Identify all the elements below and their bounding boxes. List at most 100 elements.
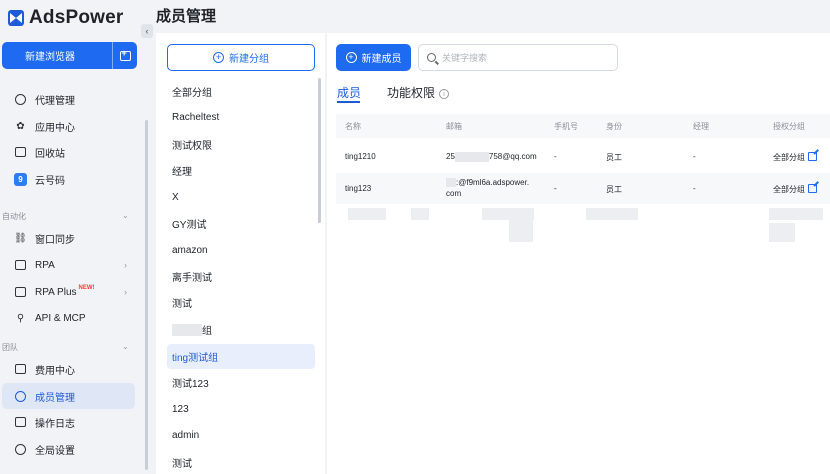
chevron-left-icon: ‹ xyxy=(145,26,149,36)
cloud-number-icon: 9 xyxy=(14,172,27,186)
sidebar-item-label: 代理管理 xyxy=(35,95,75,107)
table-row[interactable]: ting123 :@f9ml6a.adspower. com - 员工 - 全部… xyxy=(336,173,830,204)
group-item[interactable]: 测试权限 xyxy=(167,132,315,157)
group-item[interactable]: 测试123 xyxy=(167,370,315,395)
collapse-sidebar-button[interactable]: ‹ xyxy=(141,24,153,38)
section-team-label: 团队 xyxy=(2,343,18,352)
tab-active-indicator xyxy=(337,101,360,103)
sidebar-item-rpa[interactable]: RPA › xyxy=(2,252,135,278)
sidebar-item-settings[interactable]: 全局设置 xyxy=(2,436,135,462)
loading-placeholder xyxy=(509,208,533,242)
table-header: 名称 邮箱 手机号 身份 经理 授权分组 xyxy=(336,114,830,138)
search-input[interactable] xyxy=(442,52,602,63)
sidebar-item-rpa-plus[interactable]: RPA Plus NEW! › xyxy=(2,279,135,305)
section-automation-label: 自动化 xyxy=(2,212,26,221)
edit-icon[interactable] xyxy=(808,184,817,193)
loading-placeholder xyxy=(411,208,429,220)
rpa-plus-icon xyxy=(14,286,27,299)
group-item-label: amazon xyxy=(172,245,208,256)
group-item-label: 组 xyxy=(202,326,212,337)
sidebar-item-label: 应用中心 xyxy=(35,122,75,134)
group-item-label: 全部分组 xyxy=(172,88,212,99)
plus-circle-icon: + xyxy=(213,52,224,63)
new-badge: NEW! xyxy=(78,285,95,291)
sidebar-item-billing[interactable]: 费用中心 xyxy=(2,356,135,382)
sidebar-item-api-mcp[interactable]: ⚲ API & MCP xyxy=(2,305,135,331)
group-item[interactable]: 测试 xyxy=(167,290,315,315)
sidebar-scrollbar[interactable] xyxy=(145,120,148,470)
new-browser-split-button[interactable] xyxy=(112,42,137,69)
plus-circle-icon: + xyxy=(345,52,357,63)
group-panel-scrollbar[interactable] xyxy=(318,78,321,223)
group-item-active[interactable]: ting测试组 xyxy=(167,344,315,369)
group-item[interactable]: Racheltest xyxy=(167,105,315,130)
sidebar-item-cloud-number[interactable]: 9 云号码 xyxy=(2,166,135,192)
add-window-icon xyxy=(119,48,131,61)
apps-icon: ✿ xyxy=(16,120,25,132)
rpa-icon xyxy=(14,259,27,272)
sidebar: AdsPower 新建浏览器 代理管理 ✿ 应用中心 回收站 9 云号码 自动化… xyxy=(0,0,148,474)
sidebar-item-apps[interactable]: ✿ 应用中心 xyxy=(2,113,135,139)
redacted-text xyxy=(454,152,489,162)
info-icon[interactable]: i xyxy=(439,89,450,99)
group-item-label: 离手测试 xyxy=(172,273,212,284)
sync-icon: ⛓ xyxy=(14,232,27,244)
page-title: 成员管理 xyxy=(156,8,217,25)
group-item[interactable]: admin xyxy=(167,423,315,448)
column-header-manager: 经理 xyxy=(693,122,709,131)
sidebar-item-window-sync[interactable]: ⛓ 窗口同步 xyxy=(2,225,135,251)
new-group-button[interactable]: + 新建分组 xyxy=(167,44,315,71)
group-item-label: 测试 xyxy=(172,299,192,310)
sidebar-item-trash[interactable]: 回收站 xyxy=(2,139,135,165)
sidebar-item-label: 回收站 xyxy=(35,148,65,160)
trash-icon xyxy=(14,146,27,159)
new-browser-button[interactable]: 新建浏览器 xyxy=(2,42,137,69)
loading-placeholder xyxy=(348,208,386,220)
proxy-icon xyxy=(14,93,27,106)
group-item-label: admin xyxy=(172,430,200,441)
group-item-label: 测试123 xyxy=(172,379,209,390)
chevron-down-icon[interactable]: ⌄ xyxy=(122,211,129,220)
cell-groups: 全部分组 xyxy=(773,184,817,195)
group-item[interactable]: amazon xyxy=(167,238,315,263)
new-group-label: 新建分组 xyxy=(229,54,269,65)
cell-phone: - xyxy=(554,184,557,193)
group-item-label: 123 xyxy=(172,404,189,415)
email-part: com xyxy=(446,189,462,198)
sidebar-item-members[interactable]: 成员管理 xyxy=(2,383,135,409)
group-item-label: ting测试组 xyxy=(172,353,219,364)
group-item-label: Racheltest xyxy=(172,112,220,123)
group-item[interactable]: 离手测试 xyxy=(167,264,315,289)
add-member-button[interactable]: + 新建成员 xyxy=(336,44,411,71)
group-item[interactable]: 经理 xyxy=(167,158,315,183)
cell-role: 员工 xyxy=(606,153,622,162)
tab-members[interactable]: 成员 xyxy=(337,84,361,101)
new-browser-label: 新建浏览器 xyxy=(25,52,75,63)
edit-icon[interactable] xyxy=(808,152,817,161)
cell-manager: - xyxy=(693,184,696,193)
redacted-text xyxy=(446,178,456,188)
search-box[interactable] xyxy=(418,44,618,71)
group-item[interactable]: 测试 xyxy=(167,450,315,474)
tab-permissions[interactable]: 功能权限 i xyxy=(387,84,450,101)
members-main: + 新建成员 成员 功能权限i 名称 邮箱 手机号 身份 经理 授权分组 tin… xyxy=(327,33,830,474)
group-item[interactable]: 123 xyxy=(167,397,315,422)
sidebar-item-log[interactable]: 操作日志 xyxy=(2,409,135,435)
api-icon: ⚲ xyxy=(16,312,25,324)
column-header-role: 身份 xyxy=(606,122,622,131)
loading-placeholder xyxy=(769,208,823,220)
group-item[interactable]: X xyxy=(167,185,315,210)
search-icon xyxy=(427,53,436,62)
sidebar-item-proxy[interactable]: 代理管理 xyxy=(2,86,135,112)
chevron-down-icon[interactable]: ⌄ xyxy=(122,342,129,351)
group-item[interactable]: 全部分组 xyxy=(167,79,315,104)
sidebar-item-label: 成员管理 xyxy=(35,392,75,404)
group-item-label: GY测试 xyxy=(172,220,207,231)
email-part: 25 xyxy=(446,152,455,162)
cell-name: ting123 xyxy=(345,184,372,193)
add-member-label: 新建成员 xyxy=(361,54,402,65)
sidebar-item-label: RPA xyxy=(35,259,55,271)
table-row[interactable]: ting1210 25 758@qq.com - 员工 - 全部分组 xyxy=(336,141,830,172)
group-item[interactable]: GY测试 xyxy=(167,211,315,236)
group-item[interactable]: 组 xyxy=(167,317,315,342)
